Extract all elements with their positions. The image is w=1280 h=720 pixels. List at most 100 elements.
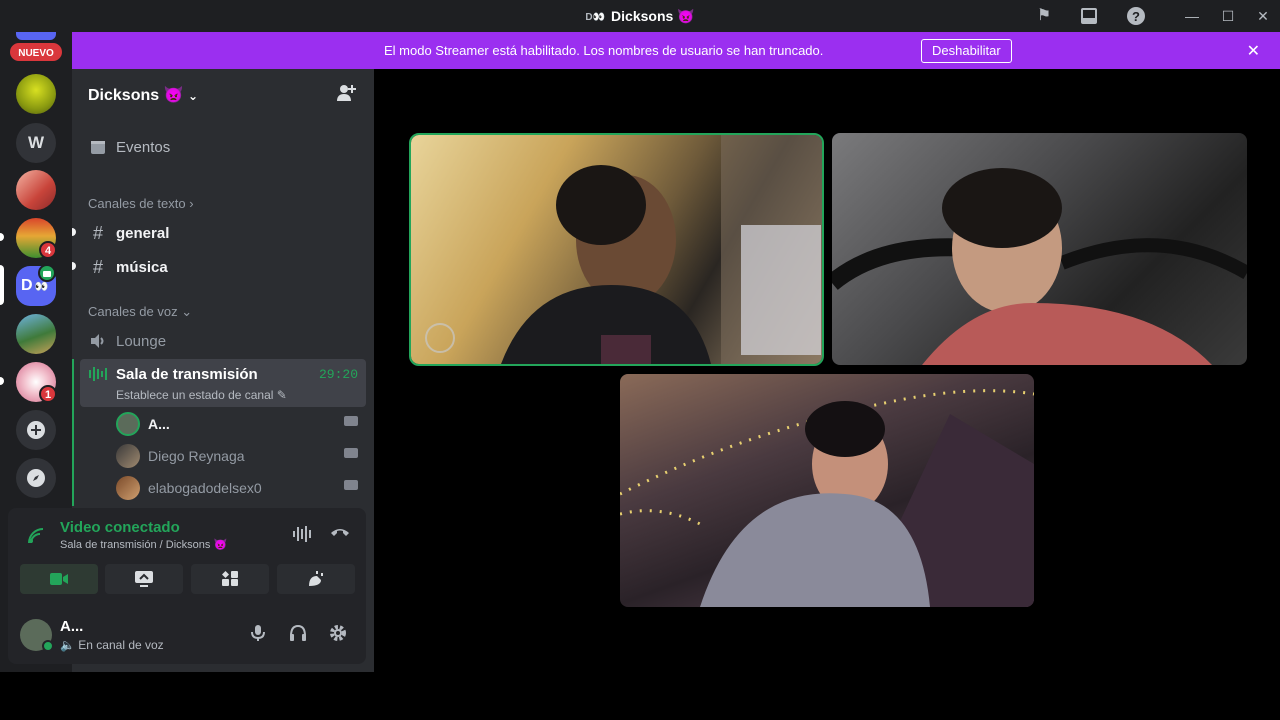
server-d-label: D [21, 277, 33, 294]
voice-status-title: Video conectado [60, 519, 180, 536]
text-channels-category[interactable]: Canales de texto › [88, 196, 194, 211]
events-item[interactable]: Eventos [80, 131, 366, 163]
active-channel-name: Sala de transmisión [116, 366, 258, 383]
user-panel: A... 🔈 En canal de voz [8, 606, 366, 664]
voice-status-subtitle[interactable]: Sala de transmisión / Dicksons 👿 [60, 538, 227, 551]
voice-category-label: Canales de voz [88, 304, 178, 319]
hashtag-icon: # [92, 257, 103, 277]
headphones-icon[interactable] [287, 624, 309, 646]
voice-channel-active[interactable]: Sala de transmisión Establece un estado … [80, 359, 366, 407]
events-label: Eventos [116, 139, 171, 156]
channel-unread-dot [72, 228, 76, 236]
channel-general-label: general [116, 225, 170, 242]
video-grid [375, 69, 1280, 672]
soundboard-icon [309, 571, 323, 586]
voice-user[interactable]: Diego Reynaga [116, 441, 366, 469]
activities-icon [222, 571, 238, 586]
hashtag-icon: # [92, 223, 103, 243]
noise-suppression-icon[interactable] [292, 525, 314, 548]
voice-channel-lounge-label: Lounge [116, 333, 167, 350]
voice-user-name: A... [148, 416, 170, 432]
user-overlay-icon [425, 323, 455, 353]
voice-user-name: elabogadodelsex0 [148, 480, 262, 496]
text-category-label: Canales de texto [88, 196, 186, 211]
speaker-icon [88, 331, 108, 355]
channel-status-prompt[interactable]: Establece un estado de canal ✎ [116, 388, 287, 402]
voice-activity-icon [88, 365, 108, 388]
video-tile[interactable] [832, 133, 1247, 365]
video-camera-icon [50, 573, 68, 585]
unread-indicator-2 [0, 377, 4, 385]
disconnect-call-icon[interactable] [330, 523, 350, 544]
avatar [116, 476, 140, 500]
video-tile-speaking[interactable] [409, 133, 824, 366]
voice-user[interactable]: elabogadodelsex0 [116, 473, 366, 501]
video-tile[interactable] [620, 374, 1034, 607]
voice-user[interactable]: A... [116, 409, 366, 437]
call-timer: 29:20 [318, 367, 358, 382]
bottom-letterbox [0, 672, 1280, 720]
server-name-text: Dicksons 👿 [88, 87, 184, 104]
camera-toggle-button[interactable] [20, 564, 98, 594]
add-server-icon[interactable] [16, 410, 56, 450]
channel-unread-dot [72, 262, 76, 270]
chevron-down-icon: ⌄ [181, 304, 193, 319]
activities-button[interactable] [191, 564, 269, 594]
user-name[interactable]: A... [60, 618, 83, 635]
explore-servers-icon[interactable] [16, 458, 56, 498]
server-icon-game[interactable] [16, 314, 56, 354]
home-discord-icon[interactable] [16, 32, 56, 40]
banner-message: El modo Streamer está habilitado. Los no… [384, 43, 824, 58]
pencil-icon: ✎ [276, 388, 287, 402]
user-status: 🔈 En canal de voz [60, 638, 164, 652]
svg-text:?: ? [1132, 9, 1140, 24]
channel-status-text: Establece un estado de canal [116, 388, 274, 402]
video-camera-icon [344, 448, 358, 458]
window-title-prefix: D👀 [585, 12, 606, 23]
inbox-icon[interactable] [1079, 6, 1099, 26]
invite-people-icon[interactable] [336, 83, 356, 108]
server-icon-portrait[interactable] [16, 170, 56, 210]
video-camera-icon [344, 480, 358, 490]
selected-server-pill [0, 265, 4, 305]
server-icon-yellow-creature[interactable] [16, 74, 56, 114]
soundboard-button[interactable] [277, 564, 355, 594]
avatar [116, 444, 140, 468]
microphone-icon[interactable] [247, 624, 269, 646]
server-w-label: W [27, 133, 45, 152]
avatar [116, 412, 140, 436]
gear-icon[interactable] [327, 624, 349, 646]
connection-signal-icon[interactable] [26, 526, 46, 551]
help-icon[interactable]: ? [1126, 6, 1146, 26]
voice-connected-bar [72, 359, 74, 506]
voice-user-name: Diego Reynaga [148, 448, 245, 464]
close-window-button[interactable]: ✕ [1251, 4, 1275, 28]
screen-share-icon [135, 571, 153, 587]
window-title-text: Dicksons 👿 [611, 8, 695, 24]
new-badge: NUEVO [8, 41, 64, 63]
disable-streamer-button[interactable]: Deshabilitar [921, 39, 1012, 63]
server-icon-w[interactable]: W [16, 123, 56, 163]
calendar-icon [88, 137, 108, 160]
banner-close-icon[interactable]: ✕ [1247, 41, 1260, 61]
server-mention-badge: 4 [39, 241, 57, 259]
flag-icon[interactable]: ⚑ [1034, 6, 1054, 26]
video-activity-icon [38, 264, 56, 282]
server-mention-badge-2: 1 [39, 385, 57, 403]
unread-indicator [0, 233, 4, 241]
online-status-dot [42, 640, 54, 652]
video-camera-icon [344, 416, 358, 426]
server-header[interactable]: Dicksons 👿 ⌄ [72, 69, 374, 117]
channel-musica-label: música [116, 259, 168, 276]
voice-channel-lounge[interactable]: Lounge [80, 325, 366, 357]
user-status-text: En canal de voz [78, 638, 164, 652]
maximize-button[interactable]: ☐ [1216, 4, 1240, 28]
chevron-right-icon: › [189, 196, 194, 211]
server-name[interactable]: Dicksons 👿 ⌄ [88, 85, 198, 105]
voice-channels-category[interactable]: Canales de voz ⌄ [88, 304, 192, 320]
screen-share-button[interactable] [105, 564, 183, 594]
channel-musica[interactable]: # música [72, 251, 366, 283]
title-bar: D👀 Dicksons 👿 ⚑ ? — ☐ ✕ [0, 0, 1280, 32]
channel-general[interactable]: # general [72, 217, 366, 249]
minimize-button[interactable]: — [1180, 4, 1204, 28]
